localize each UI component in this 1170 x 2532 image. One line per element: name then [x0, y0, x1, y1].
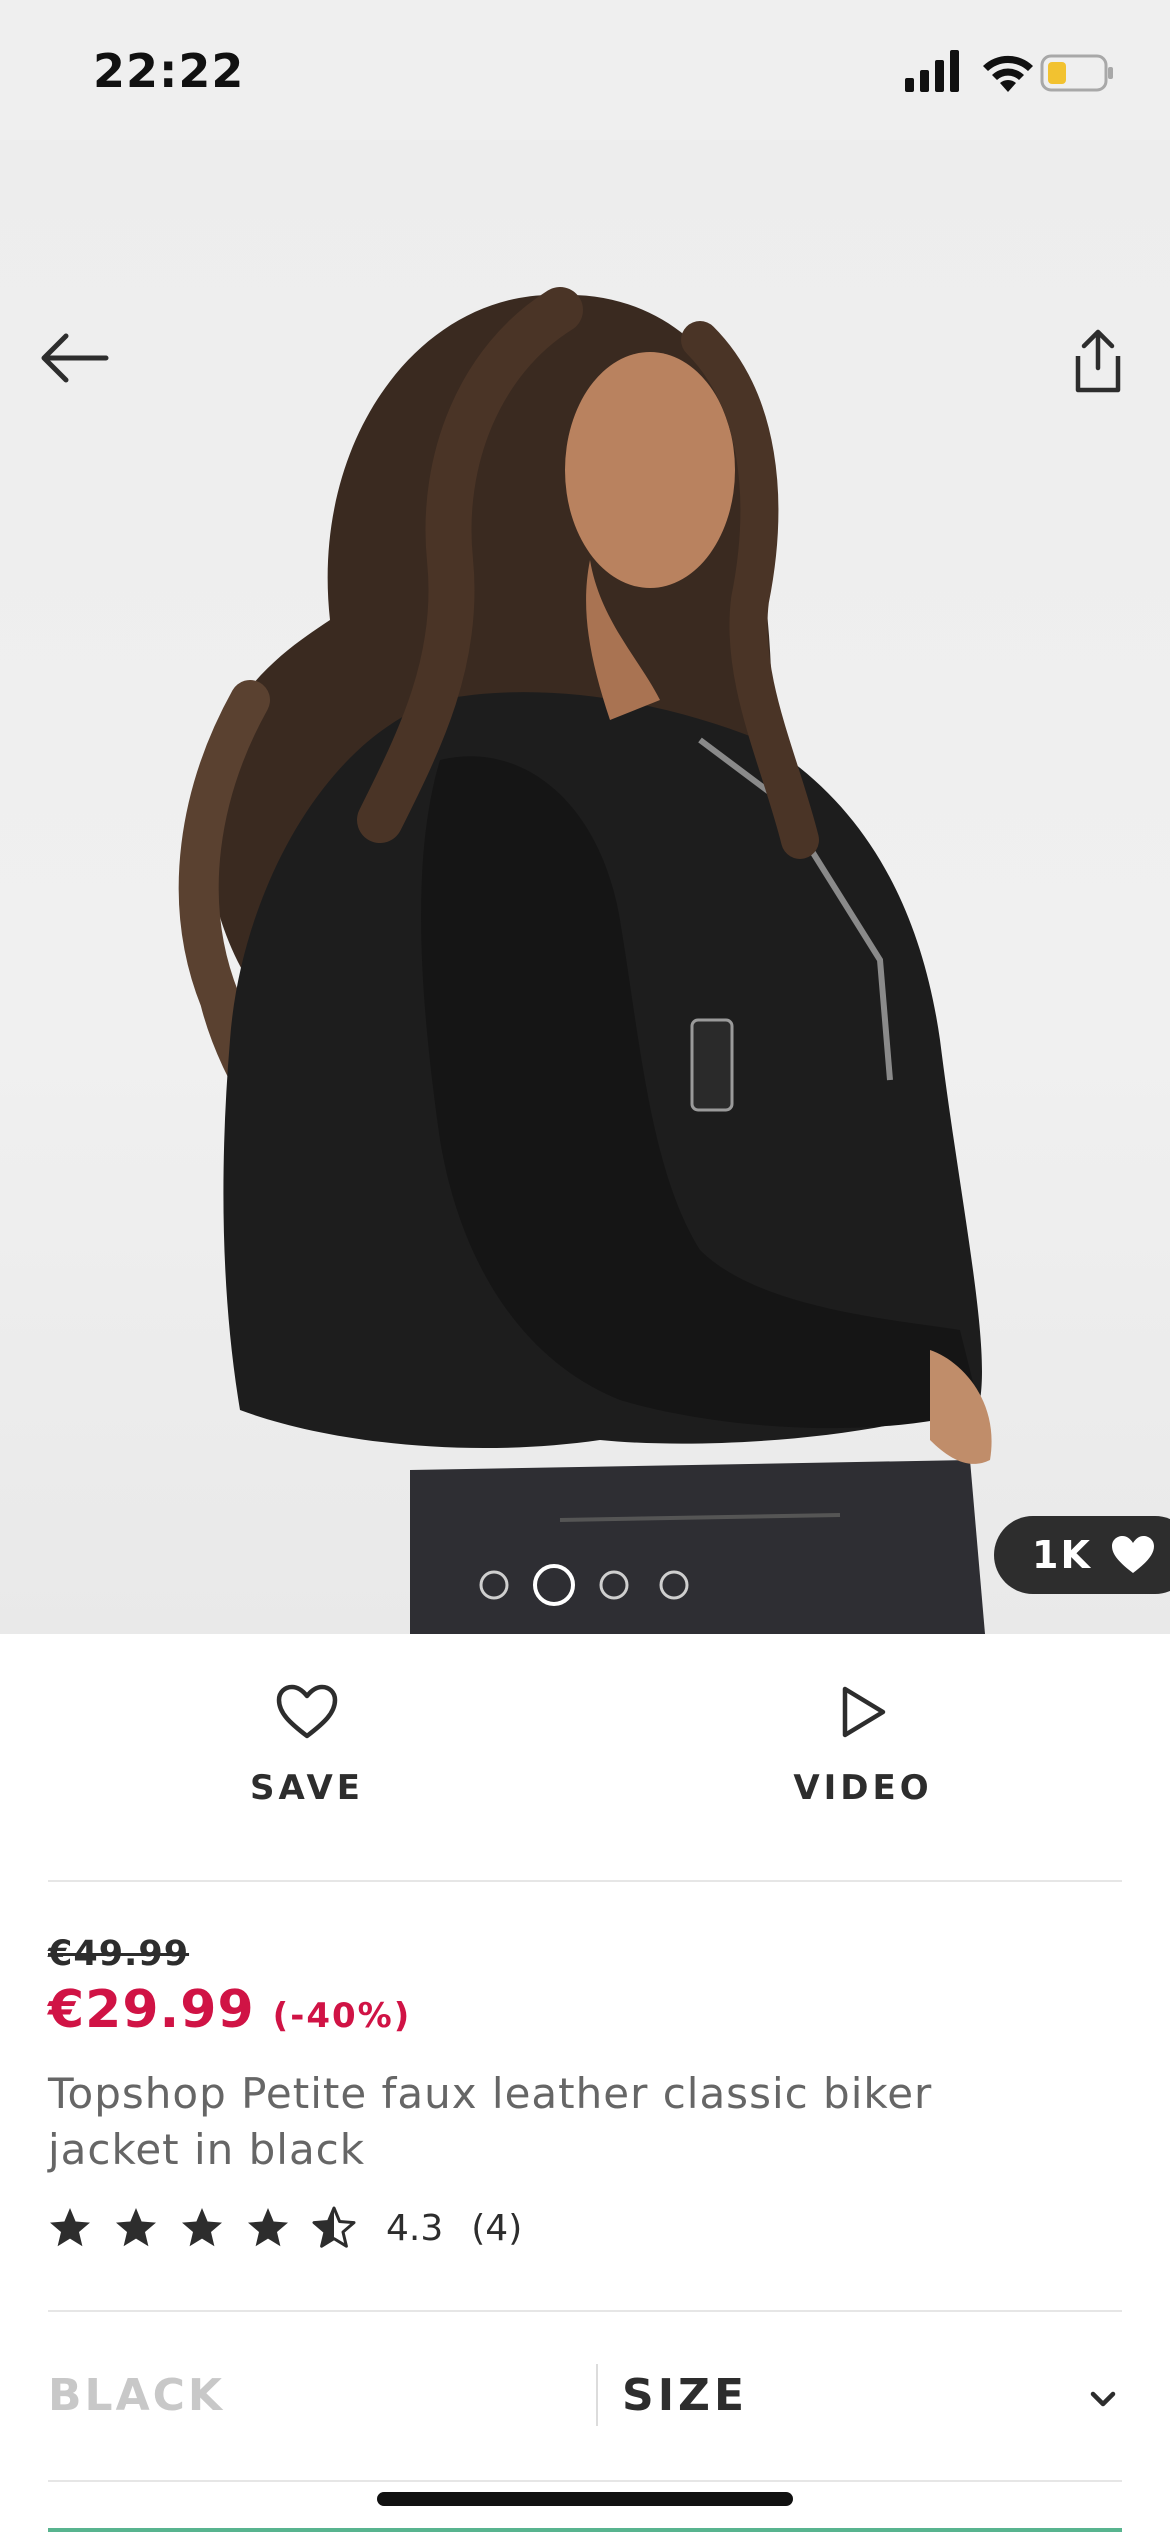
carousel-dot	[479, 1570, 509, 1600]
product-actions: SAVE VIDEO	[0, 1634, 1170, 1880]
selector-divider	[596, 2364, 598, 2426]
star-icon	[50, 2208, 90, 2247]
sale-price: €29.99	[48, 1980, 255, 2040]
colour-selector[interactable]: BLACK	[48, 2370, 225, 2421]
back-arrow-icon[interactable]	[36, 326, 112, 390]
play-icon	[842, 1686, 886, 1738]
wifi-icon	[983, 55, 1033, 92]
heart-icon	[276, 1684, 338, 1739]
size-selector[interactable]: SIZE	[622, 2370, 748, 2421]
carousel-dot	[599, 1570, 629, 1600]
status-bar: 22:22	[0, 0, 1170, 140]
share-icon[interactable]	[1066, 328, 1130, 394]
product-title: Topshop Petite faux leather classic bike…	[48, 2069, 933, 2174]
divider	[48, 2310, 1122, 2312]
divider	[48, 1880, 1122, 1882]
save-button[interactable]: SAVE	[157, 1684, 457, 1808]
price-row: €29.99 (-40%)	[48, 1980, 411, 2040]
original-price: €49.99	[48, 1934, 190, 1974]
heart-icon	[1111, 1536, 1154, 1573]
likes-badge[interactable]: 1K	[994, 1516, 1170, 1594]
half-star-icon	[312, 2206, 356, 2248]
chevron-down-icon[interactable]	[1088, 2384, 1118, 2414]
discount-label: (-40%)	[272, 1996, 412, 2036]
cellular-signal-icon	[905, 50, 959, 92]
rating-row[interactable]: 4.3 (4)	[48, 2206, 522, 2250]
product-photo	[178, 287, 992, 1634]
star-icon	[248, 2208, 288, 2247]
carousel-indicator[interactable]	[474, 1560, 714, 1610]
divider	[48, 2480, 1122, 2482]
battery-icon	[1040, 54, 1113, 92]
rating-count: (4)	[471, 2207, 523, 2249]
carousel-dot-active	[533, 1564, 575, 1606]
home-indicator[interactable]	[377, 2492, 793, 2506]
rating-value: 4.3	[386, 2207, 444, 2249]
star-icon	[182, 2208, 222, 2247]
status-time: 22:22	[93, 44, 245, 98]
product-image-carousel[interactable]: 1K	[0, 140, 1170, 1634]
video-button[interactable]: VIDEO	[713, 1684, 1013, 1808]
save-label: SAVE	[249, 1768, 365, 1808]
bottom-accent-bar	[48, 2528, 1122, 2532]
video-label: VIDEO	[793, 1768, 933, 1808]
carousel-dot	[659, 1570, 689, 1600]
star-icon	[116, 2208, 156, 2247]
likes-count: 1K	[1032, 1533, 1092, 1577]
